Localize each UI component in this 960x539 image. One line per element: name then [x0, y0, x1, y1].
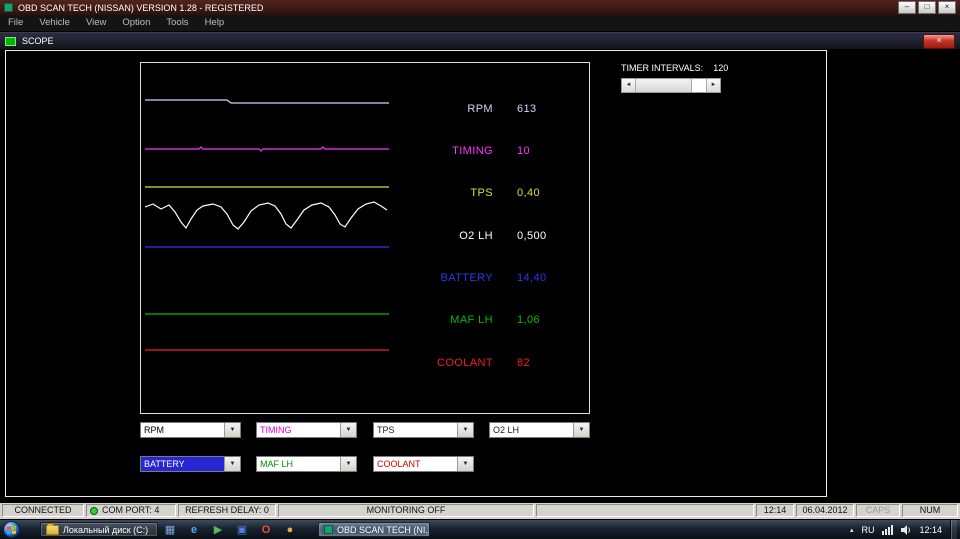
taskbar: Локальный диск (C:) ▦ e ▶ ▣ O ● OBD SCAN… [0, 519, 960, 539]
status-refresh-delay: REFRESH DELAY: 0 [178, 504, 276, 517]
channel-value-tps: 0,40 [517, 187, 541, 199]
scope-window-title: SCOPE [22, 36, 54, 46]
show-desktop-button[interactable] [950, 520, 957, 539]
status-date: 06.04.2012 [796, 504, 854, 517]
chevron-down-icon[interactable]: ▼ [340, 423, 356, 437]
status-com-port-text: COM PORT: 4 [102, 505, 160, 515]
windows-logo-icon [7, 525, 16, 534]
channel-select-1[interactable]: RPM ▼ [140, 422, 241, 438]
scope-window-title-bar: SCOPE × [0, 32, 960, 49]
status-caps: CAPS [856, 504, 900, 517]
status-connection: CONNECTED [2, 504, 84, 517]
chevron-down-icon[interactable]: ▼ [224, 457, 240, 471]
app-icon [4, 3, 13, 12]
channel-value-rpm: 613 [517, 103, 537, 115]
window-title-bar: OBD SCAN TECH (NISSAN) VERSION 1.28 - RE… [0, 0, 960, 15]
channel-label-timing: TIMING [452, 145, 493, 157]
chevron-down-icon[interactable]: ▼ [224, 423, 240, 437]
obd-app-icon [324, 525, 333, 534]
channel-label-maflh: MAF LH [450, 314, 493, 326]
taskbar-pinned-icon-3[interactable]: ▶ [208, 522, 228, 537]
menu-tools[interactable]: Tools [158, 15, 196, 31]
status-num: NUM [902, 504, 958, 517]
taskbar-window-obd-scan-tech[interactable]: OBD SCAN TECH (NI... [318, 522, 430, 537]
taskbar-pinned-icon-5[interactable]: O [256, 522, 276, 537]
scrollbar-thumb[interactable] [636, 79, 692, 92]
folder-icon [46, 523, 59, 535]
timer-intervals-scrollbar[interactable]: ◄ ► [621, 78, 721, 93]
channel-select-2-value: TIMING [257, 423, 340, 437]
taskbar-pinned-icon-2[interactable]: e [184, 522, 204, 537]
taskbar-pinned-icon-1[interactable]: ▦ [160, 522, 180, 537]
speaker-icon[interactable] [901, 525, 911, 535]
chevron-down-icon[interactable]: ▼ [573, 423, 589, 437]
chevron-down-icon[interactable]: ▼ [457, 423, 473, 437]
connection-led-icon [90, 506, 98, 515]
scope-panel: RPM 613 TIMING 10 TPS 0,40 O2 LH 0,500 B… [5, 50, 827, 497]
scroll-right-icon[interactable]: ► [706, 79, 720, 92]
channel-value-o2lh: 0,500 [517, 230, 547, 242]
menu-help[interactable]: Help [197, 15, 233, 31]
channel-value-battery: 14,40 [517, 272, 547, 284]
taskbar-pinned-icon-6[interactable]: ● [280, 522, 300, 537]
chevron-down-icon[interactable]: ▼ [457, 457, 473, 471]
maximize-button[interactable]: □ [918, 1, 936, 14]
channel-value-maflh: 1,06 [517, 314, 541, 326]
desktop: OBD SCAN TECH (NISSAN) VERSION 1.28 - RE… [0, 0, 960, 539]
chevron-down-icon[interactable]: ▼ [340, 457, 356, 471]
status-com-port: COM PORT: 4 [86, 504, 176, 517]
channel-select-4[interactable]: O2 LH ▼ [489, 422, 590, 438]
timer-intervals-label: TIMER INTERVALS: [621, 63, 704, 73]
system-tray: ▴ RU 12:14 [850, 520, 960, 539]
taskbar-clock[interactable]: 12:14 [919, 525, 942, 535]
taskbar-pinned-icon-4[interactable]: ▣ [232, 522, 252, 537]
channel-value-timing: 10 [517, 145, 531, 157]
scope-close-button[interactable]: × [923, 33, 955, 49]
status-bar: CONNECTED COM PORT: 4 REFRESH DELAY: 0 M… [0, 503, 960, 519]
scope-plot: RPM 613 TIMING 10 TPS 0,40 O2 LH 0,500 B… [140, 62, 590, 414]
channel-label-tps: TPS [470, 187, 493, 199]
menu-vehicle[interactable]: Vehicle [31, 15, 78, 31]
window-controls: – □ × [898, 1, 960, 14]
status-time: 12:14 [756, 504, 794, 517]
start-button[interactable] [3, 521, 20, 538]
channel-value-coolant: 82 [517, 357, 531, 369]
trace-o2 [144, 201, 388, 230]
language-indicator[interactable]: RU [861, 525, 874, 535]
taskbar-window-explorer[interactable]: Локальный диск (C:) [40, 522, 158, 537]
channel-select-4-value: O2 LH [490, 423, 573, 437]
tray-expand-icon[interactable]: ▴ [850, 526, 854, 534]
channel-select-6-value: MAF LH [257, 457, 340, 471]
channel-select-3[interactable]: TPS ▼ [373, 422, 474, 438]
channel-select-7[interactable]: COOLANT ▼ [373, 456, 474, 472]
status-monitoring: MONITORING OFF [278, 504, 534, 517]
channel-label-coolant: COOLANT [437, 357, 493, 369]
taskbar-window-explorer-label: Локальный диск (C:) [63, 524, 149, 535]
minimize-button[interactable]: – [898, 1, 916, 14]
menu-view[interactable]: View [78, 15, 114, 31]
status-spacer [536, 504, 754, 517]
channel-label-rpm: RPM [467, 103, 493, 115]
channel-select-5-value: BATTERY [141, 457, 224, 471]
channel-label-o2lh: O2 LH [459, 230, 493, 242]
channel-select-6[interactable]: MAF LH ▼ [256, 456, 357, 472]
channel-select-2[interactable]: TIMING ▼ [256, 422, 357, 438]
menu-option[interactable]: Option [114, 15, 158, 31]
taskbar-window-obd-label: OBD SCAN TECH (NI... [337, 524, 430, 535]
channel-label-battery: BATTERY [440, 272, 493, 284]
scroll-left-icon[interactable]: ◄ [622, 79, 636, 92]
network-icon[interactable] [882, 525, 894, 535]
channel-select-7-value: COOLANT [374, 457, 457, 471]
timer-intervals: TIMER INTERVALS: 120 [621, 63, 728, 73]
taskbar-pinned-icons: ▦ e ▶ ▣ O ● [160, 522, 300, 537]
channel-select-1-value: RPM [141, 423, 224, 437]
scope-window-icon [5, 36, 16, 46]
window-title: OBD SCAN TECH (NISSAN) VERSION 1.28 - RE… [18, 2, 264, 13]
channel-select-3-value: TPS [374, 423, 457, 437]
channel-select-5[interactable]: BATTERY ▼ [140, 456, 241, 472]
close-button[interactable]: × [938, 1, 956, 14]
menu-file[interactable]: File [0, 15, 31, 31]
menu-bar: File Vehicle View Option Tools Help [0, 15, 960, 32]
timer-intervals-value: 120 [713, 63, 729, 73]
